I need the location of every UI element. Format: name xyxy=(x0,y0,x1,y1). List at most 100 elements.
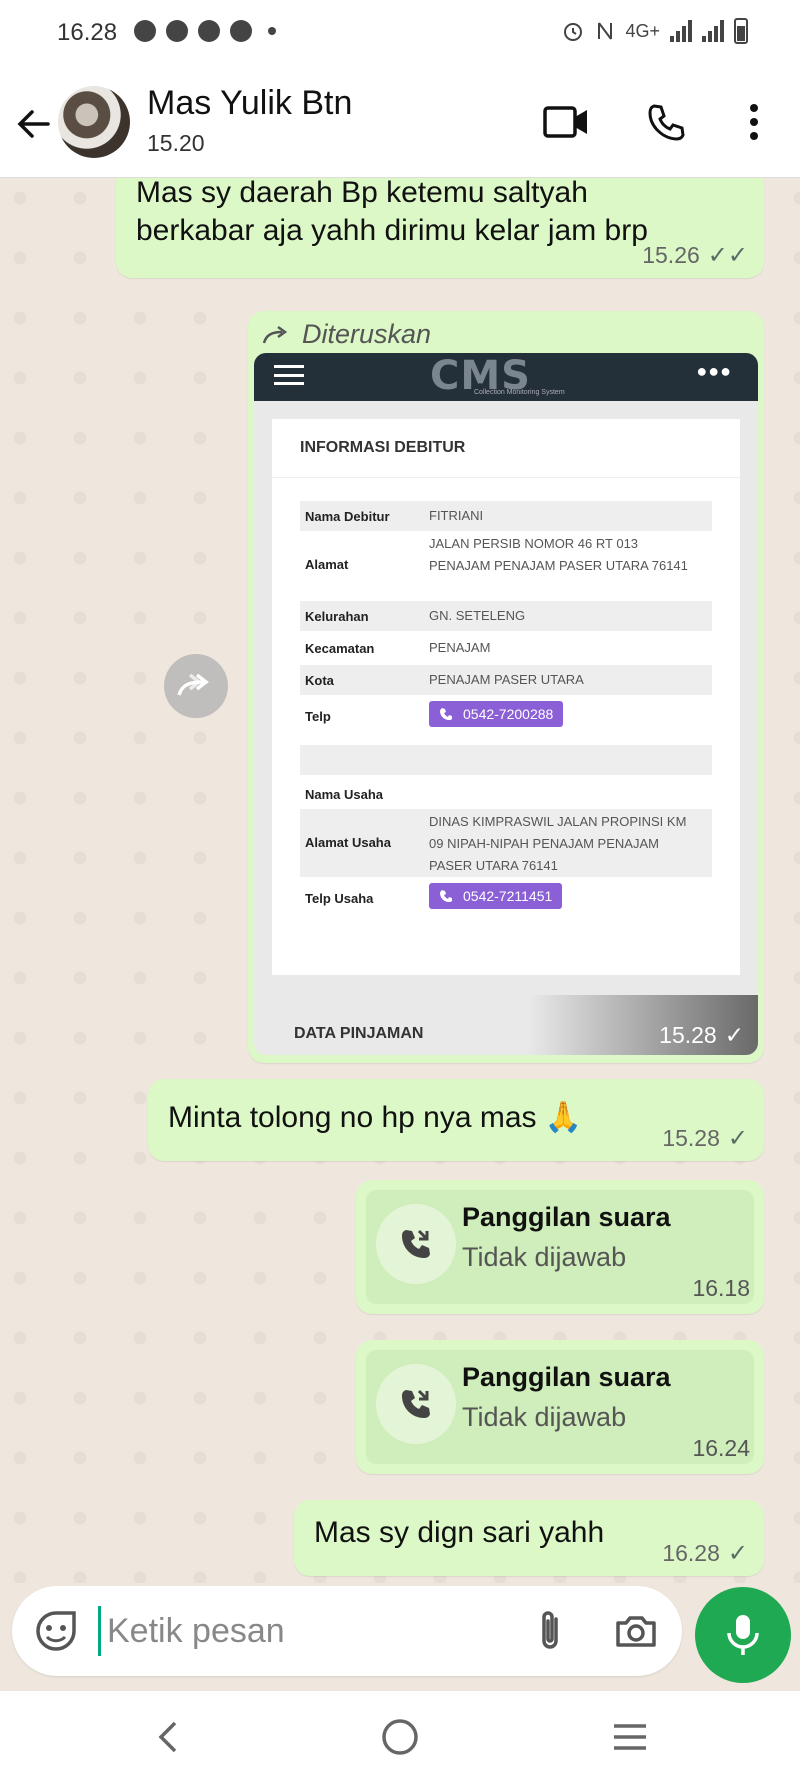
info-label: Alamat Usaha xyxy=(305,835,391,850)
home-circle-icon xyxy=(382,1719,418,1755)
message-meta: 15.28 ✓ xyxy=(659,1022,744,1049)
check-icon: ✓ xyxy=(727,1125,748,1152)
cms-logo-subtitle: Collection Monitoring System xyxy=(474,389,565,396)
status-time: 16.28 xyxy=(57,19,118,46)
call-title: Panggilan suara xyxy=(462,1202,671,1232)
avatar[interactable] xyxy=(58,86,130,158)
forwarded-text: Diteruskan xyxy=(302,319,432,349)
system-icons: 4G+ xyxy=(561,18,748,44)
message-time: 16.24 xyxy=(692,1435,750,1461)
facebook-icon xyxy=(134,20,156,42)
phone-icon xyxy=(440,890,452,902)
card-title: INFORMASI DEBITUR xyxy=(300,439,466,456)
phone-number: 0542-7200288 xyxy=(463,706,554,722)
video-call-button[interactable] xyxy=(540,96,592,148)
back-button[interactable] xyxy=(14,104,54,144)
info-row: Nama Usaha xyxy=(300,777,712,807)
forwarded-screenshot[interactable]: CMS Collection Monitoring System ●●● INF… xyxy=(254,353,758,1055)
message-meta: 15.26 ✓✓ xyxy=(642,241,748,270)
forward-arrow-icon xyxy=(262,325,288,343)
chat-area[interactable]: Mas sy daerah Bp ketemu saltyah berkabar… xyxy=(0,178,800,1583)
phone-number-button[interactable]: 0542-7211451 xyxy=(429,883,563,909)
composer xyxy=(0,1583,800,1691)
phone-number-button[interactable]: 0542-7200288 xyxy=(429,701,564,727)
message-text: Minta tolong no hp nya mas 🙏 xyxy=(168,1101,583,1134)
info-label: Nama Usaha xyxy=(305,787,384,802)
message-input-container xyxy=(12,1586,682,1676)
whatsapp-icon xyxy=(166,20,188,42)
call-status: Tidak dijawab xyxy=(462,1402,627,1432)
info-row: Alamat JALAN PERSIB NOMOR 46 RT 013 PENA… xyxy=(300,533,712,599)
call-status: Tidak dijawab xyxy=(462,1242,627,1272)
more-vertical-icon xyxy=(750,104,758,140)
sticker-icon xyxy=(36,1611,76,1651)
info-value: FITRIANI xyxy=(429,508,484,523)
camera-button[interactable] xyxy=(612,1607,660,1655)
camera-icon xyxy=(616,1616,656,1647)
message-time: 16.18 xyxy=(692,1275,750,1301)
info-row-empty xyxy=(300,745,712,775)
info-value: PENAJAM xyxy=(429,640,491,655)
info-value: DINAS KIMPRASWIL JALAN PROPINSI KM 09 NI… xyxy=(429,814,687,873)
outgoing-message[interactable]: Minta tolong no hp nya mas 🙏 15.28 ✓ xyxy=(148,1079,764,1161)
microphone-icon xyxy=(727,1615,759,1655)
phone-icon xyxy=(648,104,685,141)
nav-recents-button[interactable] xyxy=(606,1713,654,1761)
section-title: DATA PINJAMAN xyxy=(294,1025,424,1042)
voice-message-button[interactable] xyxy=(695,1587,791,1683)
message-input[interactable] xyxy=(98,1606,478,1656)
attach-button[interactable] xyxy=(526,1607,574,1655)
phone-number: 0542-7211451 xyxy=(463,888,553,904)
system-navigation-bar xyxy=(0,1691,800,1777)
last-seen: 15.20 xyxy=(147,130,205,156)
more-horizontal-icon: ●●● xyxy=(696,361,732,381)
check-icon: ✓ xyxy=(727,1540,748,1567)
message-meta: 15.28 ✓ xyxy=(662,1124,748,1153)
menu-icon xyxy=(274,365,304,385)
message-time: 15.26 xyxy=(642,242,700,268)
more-options-button[interactable] xyxy=(728,96,780,148)
message-text-line: berkabar aja yahh dirimu kelar jam brp xyxy=(136,214,648,247)
message-text-line: Mas sy daerah Bp ketemu saltyah xyxy=(136,178,588,209)
check-icon: ✓ xyxy=(724,1022,744,1048)
info-label: Alamat xyxy=(305,557,349,572)
nav-home-button[interactable] xyxy=(376,1713,424,1761)
message-time: 15.28 xyxy=(659,1022,717,1048)
outgoing-message[interactable]: Mas sy dign sari yahh 16.28 ✓ xyxy=(294,1500,764,1576)
missed-call-icon xyxy=(376,1204,456,1284)
forward-button[interactable] xyxy=(164,654,228,718)
notification-icons xyxy=(134,20,276,42)
info-label: Kelurahan xyxy=(305,609,369,624)
chat-icon xyxy=(198,20,220,42)
forwarded-image-message[interactable]: Diteruskan CMS Collection Monitoring Sys… xyxy=(248,311,764,1063)
cms-topbar: CMS Collection Monitoring System ●●● xyxy=(254,353,758,401)
forwarded-label: Diteruskan xyxy=(262,319,431,350)
nav-back-button[interactable] xyxy=(144,1713,192,1761)
forward-icon xyxy=(177,673,209,696)
message-meta: 16.28 ✓ xyxy=(662,1539,748,1568)
missed-call-message[interactable]: Panggilan suara Tidak dijawab 16.18 xyxy=(356,1180,764,1314)
info-label: Kota xyxy=(305,673,334,688)
more-notifications-icon xyxy=(268,27,276,35)
info-value: JALAN PERSIB NOMOR 46 RT 013 PENAJAM PEN… xyxy=(429,536,688,573)
info-row: Kelurahan GN. SETELENG xyxy=(300,601,712,631)
paperclip-icon xyxy=(542,1611,558,1649)
voice-call-button[interactable] xyxy=(640,96,692,148)
message-time: 16.28 xyxy=(662,1540,720,1566)
missed-call-message[interactable]: Panggilan suara Tidak dijawab 16.24 xyxy=(356,1340,764,1474)
video-camera-icon xyxy=(543,106,587,138)
double-check-icon: ✓✓ xyxy=(707,242,748,269)
chevron-left-icon xyxy=(158,1721,177,1753)
arrow-left-icon xyxy=(17,110,50,138)
contact-name[interactable]: Mas Yulik Btn xyxy=(147,84,352,123)
chat-header: Mas Yulik Btn 15.20 xyxy=(0,68,800,178)
message-icon xyxy=(230,20,252,42)
info-label: Telp xyxy=(305,709,331,724)
sticker-button[interactable] xyxy=(32,1607,80,1655)
outgoing-message[interactable]: Mas sy daerah Bp ketemu saltyah berkabar… xyxy=(116,178,764,278)
network-type: 4G+ xyxy=(625,20,660,41)
recents-icon xyxy=(614,1724,646,1750)
info-label: Telp Usaha xyxy=(305,891,374,906)
message-text: Mas sy dign sari yahh xyxy=(314,1516,605,1549)
call-title: Panggilan suara xyxy=(462,1362,671,1392)
